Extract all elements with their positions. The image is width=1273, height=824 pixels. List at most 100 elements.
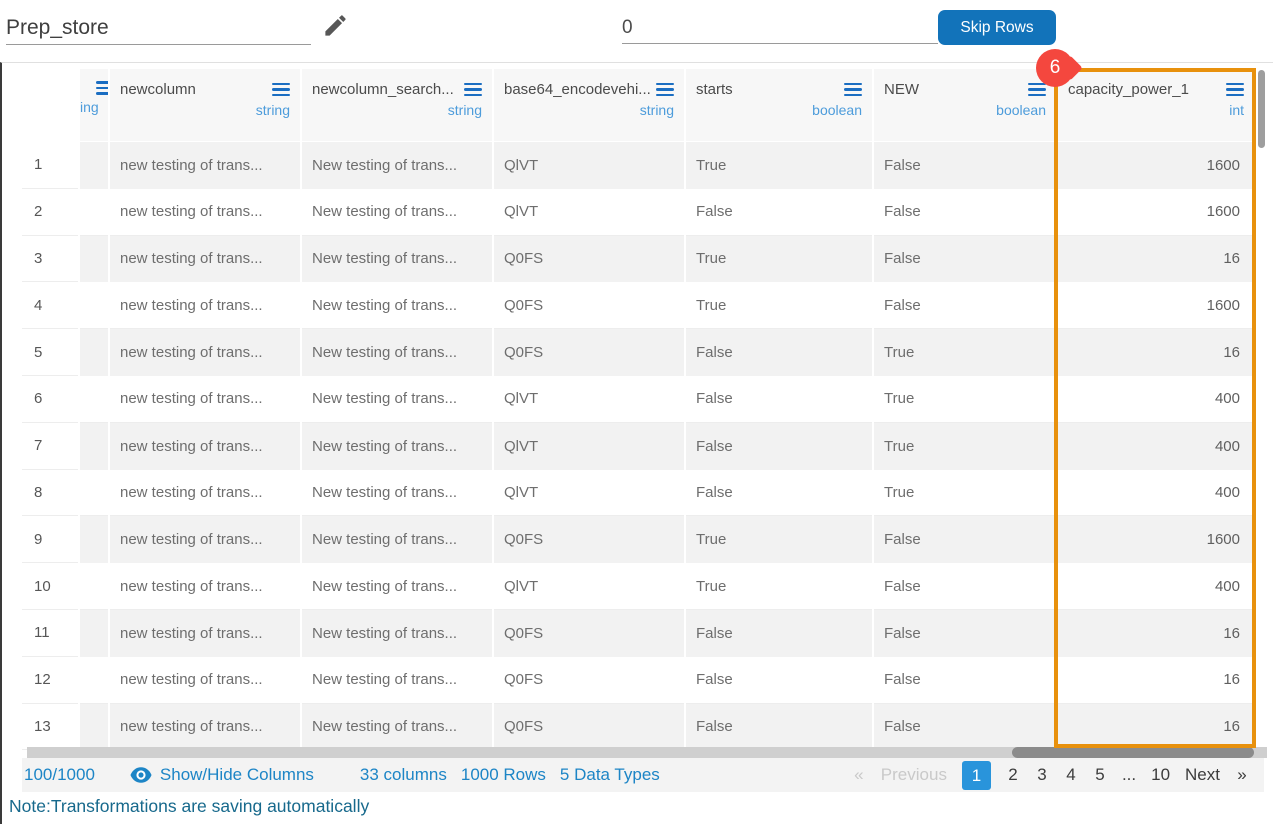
- table-body: 1new testing of trans...New testing of t…: [22, 142, 1254, 750]
- table-cell: New testing of trans...: [302, 376, 492, 423]
- table-cell: 16: [1058, 657, 1254, 704]
- horizontal-scrollbar-thumb[interactable]: [1012, 747, 1254, 758]
- column-menu-icon[interactable]: [1226, 83, 1244, 97]
- column-header-starts[interactable]: startsboolean: [686, 69, 872, 141]
- column-header-newcolumn[interactable]: newcolumnstring: [110, 69, 300, 141]
- table-cell: True: [686, 236, 872, 283]
- table-cell: [80, 704, 108, 751]
- table-cell: Q0FS: [494, 704, 684, 751]
- table-cell: new testing of trans...: [110, 189, 300, 236]
- table-cell: New testing of trans...: [302, 236, 492, 283]
- table-cell: [80, 657, 108, 704]
- table-cell: QlVT: [494, 563, 684, 610]
- table-cell: New testing of trans...: [302, 563, 492, 610]
- table-cell: False: [874, 189, 1056, 236]
- column-type-label: ing: [80, 95, 108, 115]
- column-menu-icon[interactable]: [96, 81, 108, 95]
- table-cell: False: [874, 516, 1056, 563]
- table-cell: QlVT: [494, 423, 684, 470]
- table-cell: new testing of trans...: [110, 704, 300, 751]
- pagination: « Previous 12345... 10 Next »: [852, 761, 1264, 790]
- page-1[interactable]: 1: [962, 761, 991, 790]
- table-cell: QlVT: [494, 189, 684, 236]
- page--[interactable]: ...: [1122, 765, 1136, 785]
- pencil-icon: [322, 27, 349, 42]
- table-footer: 100/1000 Show/Hide Columns 33 columns100…: [22, 758, 1264, 792]
- show-hide-columns-button[interactable]: Show/Hide Columns: [130, 765, 314, 785]
- table-cell: False: [874, 282, 1056, 329]
- table-cell: False: [686, 704, 872, 751]
- page--[interactable]: »: [1235, 765, 1249, 785]
- table-cell: 16: [1058, 236, 1254, 283]
- table-cell: new testing of trans...: [110, 282, 300, 329]
- table-cell: Q0FS: [494, 236, 684, 283]
- table-cell: True: [686, 282, 872, 329]
- table-cell: New testing of trans...: [302, 142, 492, 189]
- skip-rows-button[interactable]: Skip Rows: [938, 10, 1056, 45]
- column-name: starts: [696, 81, 733, 98]
- table-cell: 1600: [1058, 516, 1254, 563]
- page-previous[interactable]: Previous: [881, 765, 947, 785]
- table-cell: False: [874, 236, 1056, 283]
- table-stat: 33 columns: [360, 765, 447, 785]
- column-header-new[interactable]: NEWboolean: [874, 69, 1056, 141]
- row-number-column-header: [22, 69, 78, 141]
- column-header-newcolumn_search[interactable]: newcolumn_search...string: [302, 69, 492, 141]
- table-row: 3new testing of trans...New testing of t…: [22, 236, 1254, 283]
- column-menu-icon[interactable]: [1028, 83, 1046, 97]
- table-cell: New testing of trans...: [302, 516, 492, 563]
- table-cell: new testing of trans...: [110, 516, 300, 563]
- dataset-name-input[interactable]: [6, 11, 311, 45]
- column-name: capacity_power_1: [1068, 81, 1189, 98]
- column-header-capacity_power_1[interactable]: capacity_power_1int: [1058, 69, 1254, 141]
- table-cell: QlVT: [494, 376, 684, 423]
- column-name: NEW: [884, 81, 919, 98]
- skip-rows-input[interactable]: [622, 12, 938, 44]
- table-cell: True: [874, 329, 1056, 376]
- table-row: 6new testing of trans...New testing of t…: [22, 376, 1254, 423]
- table-row: 9new testing of trans...New testing of t…: [22, 516, 1254, 563]
- page-next[interactable]: Next: [1185, 765, 1220, 785]
- column-menu-icon[interactable]: [656, 83, 674, 97]
- vertical-scrollbar-thumb[interactable]: [1258, 70, 1265, 148]
- horizontal-scrollbar-track[interactable]: [27, 747, 1267, 758]
- table-cell: True: [686, 142, 872, 189]
- column-menu-icon[interactable]: [272, 83, 290, 97]
- page-2[interactable]: 2: [1006, 765, 1020, 785]
- table-cell: [80, 610, 108, 657]
- column-header-base64_encode[interactable]: base64_encodevehi...string: [494, 69, 684, 141]
- row-number-cell: 1: [22, 142, 78, 189]
- row-number-cell: 5: [22, 329, 78, 376]
- table-stat: 5 Data Types: [560, 765, 660, 785]
- table-cell: False: [686, 423, 872, 470]
- row-number-cell: 7: [22, 423, 78, 470]
- table-cell: [80, 470, 108, 517]
- page-5[interactable]: 5: [1093, 765, 1107, 785]
- table-cell: 400: [1058, 563, 1254, 610]
- table-cell: 400: [1058, 470, 1254, 517]
- table-cell: new testing of trans...: [110, 142, 300, 189]
- page-4[interactable]: 4: [1064, 765, 1078, 785]
- page-10[interactable]: 10: [1151, 765, 1170, 785]
- table-cell: False: [874, 704, 1056, 751]
- table-cell: new testing of trans...: [110, 329, 300, 376]
- column-menu-icon[interactable]: [464, 83, 482, 97]
- page-3[interactable]: 3: [1035, 765, 1049, 785]
- edit-dataset-name-button[interactable]: [319, 11, 351, 43]
- table-row: 7new testing of trans...New testing of t…: [22, 423, 1254, 470]
- table-cell: new testing of trans...: [110, 236, 300, 283]
- table-cell: [80, 329, 108, 376]
- table-cell: False: [686, 470, 872, 517]
- row-number-cell: 4: [22, 282, 78, 329]
- table-cell: new testing of trans...: [110, 470, 300, 517]
- table-cell: 400: [1058, 423, 1254, 470]
- table-row: 12new testing of trans...New testing of …: [22, 657, 1254, 704]
- table-cell: True: [874, 423, 1056, 470]
- column-header-clipped[interactable]: ing: [80, 69, 108, 141]
- table-cell: False: [874, 142, 1056, 189]
- row-number-cell: 12: [22, 657, 78, 704]
- table-cell: New testing of trans...: [302, 470, 492, 517]
- page--[interactable]: «: [852, 765, 866, 785]
- column-menu-icon[interactable]: [844, 83, 862, 97]
- table-cell: QlVT: [494, 142, 684, 189]
